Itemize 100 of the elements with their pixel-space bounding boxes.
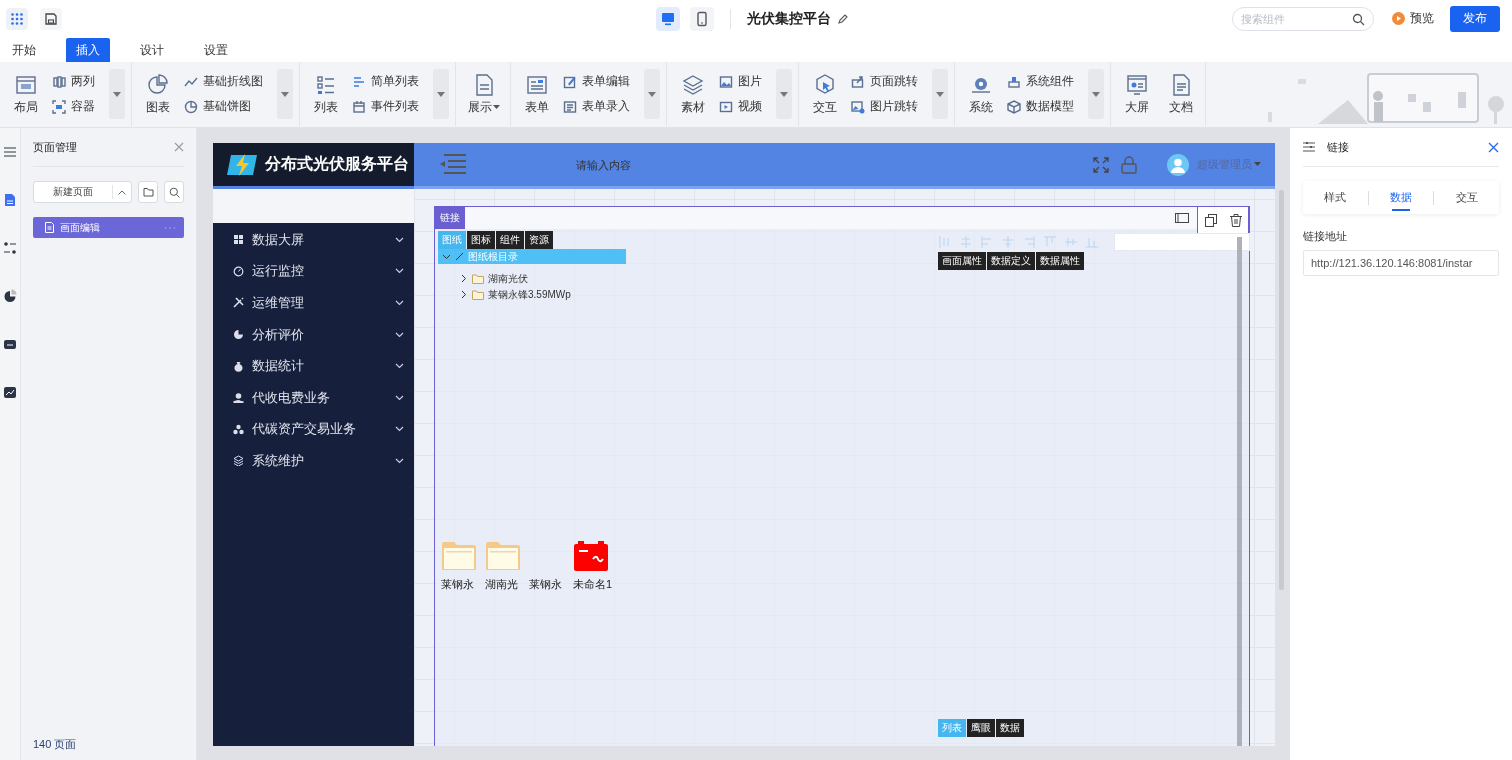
menu-tab[interactable]: 设计 bbox=[130, 38, 174, 62]
folder-icon bbox=[485, 540, 521, 572]
ribbon-button[interactable]: 布局 bbox=[8, 72, 44, 116]
pencil-icon[interactable] bbox=[837, 12, 849, 25]
form-icon bbox=[563, 99, 577, 114]
panel-tab[interactable]: 组件 bbox=[496, 231, 524, 249]
document-icon bbox=[45, 222, 54, 233]
money-bag-icon bbox=[233, 360, 244, 372]
fullscreen-icon[interactable] bbox=[1093, 156, 1109, 173]
panel-icon[interactable] bbox=[1175, 213, 1189, 223]
battery-icon bbox=[573, 540, 609, 572]
sidebar-tab[interactable] bbox=[2, 289, 18, 303]
nav-item[interactable]: 运行监控 bbox=[213, 255, 414, 288]
ribbon-item[interactable]: 表单编辑 bbox=[563, 73, 630, 90]
nav-item[interactable]: 运维管理 bbox=[213, 287, 414, 319]
input-field[interactable] bbox=[1114, 233, 1250, 251]
pie-chart-icon bbox=[184, 99, 198, 114]
expand-button[interactable] bbox=[277, 69, 293, 119]
file-label[interactable]: 未命名1 bbox=[573, 577, 613, 592]
ribbon-button[interactable]: 展示 bbox=[464, 72, 504, 116]
save-button[interactable] bbox=[40, 7, 62, 30]
list-icon bbox=[352, 74, 366, 89]
apps-button[interactable] bbox=[6, 7, 28, 30]
ribbon-item[interactable]: 页面跳转 bbox=[851, 73, 918, 90]
page-item[interactable]: 画面编辑 bbox=[33, 217, 184, 238]
expand-button[interactable] bbox=[109, 69, 125, 119]
device-toggle[interactable] bbox=[656, 6, 680, 31]
folder-icon bbox=[472, 273, 484, 284]
panel-tab[interactable]: 鹰眼 bbox=[967, 719, 995, 737]
search-field[interactable]: 搜索组件 bbox=[1232, 6, 1374, 31]
folder-button[interactable] bbox=[138, 181, 159, 203]
search-icon bbox=[1352, 12, 1365, 26]
file-label[interactable]: 莱钢永 bbox=[529, 577, 562, 592]
search-button[interactable] bbox=[164, 181, 184, 203]
sidebar-tab[interactable] bbox=[2, 337, 18, 351]
lock-icon[interactable] bbox=[1121, 155, 1137, 174]
ribbon-button[interactable]: 大屏 bbox=[1119, 72, 1155, 116]
ribbon-item[interactable]: 事件列表 bbox=[352, 98, 419, 115]
expand-button[interactable] bbox=[1088, 69, 1104, 119]
ribbon-item[interactable]: 表单录入 bbox=[563, 98, 630, 115]
file-label[interactable]: 莱钢永 bbox=[441, 577, 474, 592]
sidebar-tab[interactable] bbox=[2, 385, 18, 399]
panel-tab[interactable]: 数据 bbox=[1368, 181, 1434, 214]
tree-item[interactable]: 莱钢永锋3.59MWp bbox=[455, 287, 571, 302]
menu-tab[interactable]: 插入 bbox=[66, 38, 110, 62]
ribbon-button[interactable]: 系统 bbox=[963, 72, 999, 116]
close-button[interactable] bbox=[174, 142, 184, 152]
panel-tab[interactable]: 资源 bbox=[525, 231, 553, 249]
project-title: 光伏集控平台 bbox=[747, 9, 831, 28]
ribbon-item[interactable]: 图片跳转 bbox=[851, 98, 918, 115]
expand-button[interactable] bbox=[776, 69, 792, 119]
nodes-icon bbox=[3, 241, 17, 255]
file-label[interactable]: 湖南光 bbox=[485, 577, 518, 592]
ribbon-item[interactable]: 视频 bbox=[719, 98, 762, 115]
panel-tab[interactable]: 样式 bbox=[1303, 181, 1368, 214]
ribbon-item[interactable]: 数据模型 bbox=[1007, 98, 1074, 115]
ribbon-item[interactable]: 基础折线图 bbox=[184, 73, 263, 90]
ribbon-item[interactable]: 两列 bbox=[52, 73, 95, 90]
preview-button[interactable]: 预览 bbox=[1392, 10, 1434, 27]
ribbon-item[interactable]: 图片 bbox=[719, 73, 762, 90]
new-page-button[interactable]: 新建页面 bbox=[33, 181, 133, 203]
nav-item[interactable]: 系统维护 bbox=[213, 445, 414, 477]
nav-item[interactable]: 代收电费业务 bbox=[213, 381, 414, 414]
ribbon-item[interactable]: 基础饼图 bbox=[184, 98, 263, 115]
nav-item[interactable]: 分析评价 bbox=[213, 318, 414, 351]
ribbon-button[interactable]: 表单 bbox=[519, 72, 555, 116]
url-field[interactable]: http://121.36.120.146:8081/instar bbox=[1303, 250, 1499, 276]
tree-item[interactable]: 湖南光伏 bbox=[455, 271, 528, 286]
expand-button[interactable] bbox=[644, 69, 660, 119]
panel-tab[interactable]: 数据属性 bbox=[1036, 252, 1084, 270]
layers-icon bbox=[681, 72, 705, 97]
trash-icon bbox=[1229, 213, 1242, 227]
expand-button[interactable] bbox=[433, 69, 449, 119]
panel-tab[interactable]: 数据定义 bbox=[987, 252, 1035, 270]
ribbon-button[interactable]: 交互 bbox=[807, 72, 843, 116]
sidebar-tab[interactable] bbox=[2, 241, 18, 255]
menu-tab[interactable]: 设置 bbox=[194, 38, 238, 62]
ribbon-item[interactable]: 简单列表 bbox=[352, 73, 419, 90]
ribbon-button[interactable]: 图表 bbox=[140, 72, 176, 116]
device-toggle[interactable] bbox=[690, 6, 714, 31]
search-field[interactable]: 请输入内容 bbox=[574, 157, 698, 172]
expand-button[interactable] bbox=[932, 69, 948, 119]
nav-item[interactable]: 代碳资产交易业务 bbox=[213, 413, 414, 446]
ribbon-button[interactable]: 文档 bbox=[1163, 72, 1199, 116]
ribbon-item[interactable]: 容器 bbox=[52, 98, 95, 115]
panel-tab[interactable]: 交互 bbox=[1434, 181, 1499, 214]
panel-title: 页面管理 bbox=[33, 139, 77, 155]
close-button[interactable] bbox=[1488, 141, 1499, 153]
ribbon-item[interactable]: 系统组件 bbox=[1007, 73, 1074, 90]
panel-tab[interactable]: 画面属性 bbox=[938, 252, 986, 270]
delete-button[interactable] bbox=[1229, 213, 1242, 227]
menu-tab[interactable]: 开始 bbox=[2, 38, 46, 62]
publish-button[interactable]: 发布 bbox=[1450, 5, 1500, 32]
nav-item[interactable]: 数据统计 bbox=[213, 350, 414, 382]
ribbon-button[interactable]: 素材 bbox=[675, 72, 711, 116]
ribbon-button[interactable]: 列表 bbox=[308, 72, 344, 116]
nav-item[interactable]: 数据大屏 bbox=[213, 224, 414, 256]
panel-tab[interactable]: 数据 bbox=[996, 719, 1024, 737]
copy-button[interactable] bbox=[1204, 213, 1217, 227]
panel-tab[interactable]: 图标 bbox=[467, 231, 495, 249]
